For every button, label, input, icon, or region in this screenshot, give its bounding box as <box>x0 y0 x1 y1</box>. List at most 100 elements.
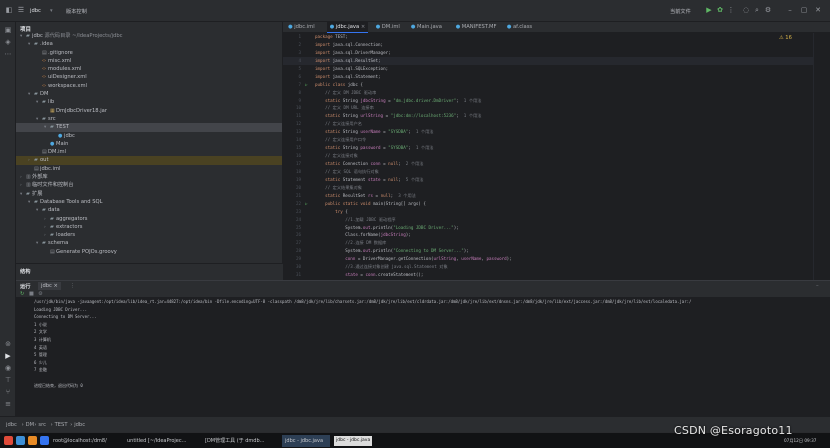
close-tab-icon[interactable]: × <box>359 24 365 30</box>
todo-tool-icon[interactable]: ≡ <box>3 400 13 409</box>
tree-item[interactable]: ▾ ▰ TEST <box>16 123 282 132</box>
browser-icon[interactable] <box>28 436 37 445</box>
more-icon[interactable]: ⋮ <box>727 6 735 14</box>
code-line: 25 System.out.println("Loading JDBC Driv… <box>283 224 813 232</box>
tree-item-label: uiDesigner.xml <box>48 74 87 81</box>
minimize-panel-icon[interactable]: – <box>816 283 819 289</box>
run-config-select[interactable]: 当前文件 <box>670 8 691 15</box>
tree-item[interactable]: ▾ ▰ jdbc 源代码目录 ~/IdeaProjects/jdbc <box>16 32 282 40</box>
breadcrumb-item[interactable]: TEST <box>55 422 68 428</box>
console-line: 7 金融 <box>34 367 47 373</box>
editor-tab[interactable]: ● jdbc.iml <box>285 22 318 33</box>
run-gutter-icon[interactable]: ▷ <box>305 81 315 89</box>
editor-tab-label: DM.iml <box>381 24 400 30</box>
tree-item[interactable]: › ▥外部库 <box>16 173 282 181</box>
editor-tab[interactable]: ● MANIFEST.MF <box>453 22 500 33</box>
taskbar-window[interactable]: root@localhost:/dm8/ <box>50 435 120 447</box>
clock[interactable]: 07月12日 09:37 <box>784 438 816 444</box>
tree-item[interactable]: ▾ ▰ schema <box>16 239 282 247</box>
problems-tool-icon[interactable]: ◉ <box>3 364 13 373</box>
settings-icon[interactable]: ⚙ <box>38 291 43 297</box>
line-number: 15 <box>295 145 301 151</box>
line-number: 5 <box>298 65 301 71</box>
vcs-menu[interactable]: 版本控制 <box>66 8 87 15</box>
code-token: null <box>388 176 399 182</box>
taskbar-window[interactable]: jdbc - jdbc.java <box>282 435 330 447</box>
git-tool-icon[interactable]: ⑂ <box>3 388 13 397</box>
services-tool-icon[interactable]: ⊚ <box>3 340 13 349</box>
close-tab-icon[interactable]: × <box>54 283 58 289</box>
console-output[interactable]: /usr/jdk/bin/java -javaagent:/opt/idea/l… <box>16 298 830 417</box>
hamburger-icon[interactable]: ☰ <box>17 6 25 14</box>
tree-item[interactable]: ‹› uiDesigner.xml <box>16 73 282 81</box>
run-panel-more-icon[interactable]: ⋮ <box>70 283 75 289</box>
breadcrumb-item[interactable]: jdbc <box>74 422 85 428</box>
rerun-icon[interactable]: ↻ <box>20 291 24 297</box>
tree-item[interactable]: ● jdbc <box>16 132 282 140</box>
tree-item[interactable]: › ▥临时文件和控制台 <box>16 181 282 189</box>
tree-item[interactable]: ▤jdbc.iml <box>16 165 282 173</box>
line-number: 29 <box>295 256 301 262</box>
maximize-icon[interactable]: ▢ <box>800 6 808 14</box>
editor-tab[interactable]: ● jdbc.java × <box>326 22 369 33</box>
editor-tab[interactable]: ● af.class <box>504 22 535 33</box>
tree-item[interactable]: ‹› modules.xml <box>16 65 282 73</box>
tree-item[interactable]: ▾ ▰ src <box>16 115 282 123</box>
line-number: 1 <box>298 34 301 39</box>
tree-item[interactable]: › ▰ extractors <box>16 223 282 231</box>
editor-tab[interactable]: ● Main.java <box>408 22 445 33</box>
code-area[interactable]: 1 package TEST; 2 import java.sql.Connectio… <box>283 33 813 280</box>
tree-item[interactable]: ▾ ▰ lib <box>16 98 282 106</box>
run-icon[interactable]: ▶ <box>705 6 713 14</box>
code-token: Connection <box>342 161 371 166</box>
minimize-icon[interactable]: – <box>786 6 794 14</box>
tree-item[interactable]: › ▰ aggregators <box>16 215 282 223</box>
commit-tool-icon[interactable]: ◈ <box>3 38 13 47</box>
tree-item[interactable]: ▾ ▰ data <box>16 206 282 214</box>
editor-scrollbar[interactable] <box>813 33 830 280</box>
debug-icon[interactable]: ✿ <box>716 6 724 14</box>
tree-item[interactable]: ▤Generate POJOs.groovy <box>16 248 282 256</box>
account-icon[interactable]: ◌ <box>742 6 750 14</box>
tree-item[interactable]: ‹› misc.xml <box>16 57 282 65</box>
files-icon[interactable] <box>16 436 25 445</box>
tree-item[interactable]: ▾ ▰ Database Tools and SQL <box>16 198 282 206</box>
run-tab-jdbc[interactable]: jdbc × <box>38 282 61 290</box>
run-gutter-icon[interactable]: ▷ <box>305 200 315 208</box>
start-menu-icon[interactable] <box>4 436 13 445</box>
terminal-tool-icon[interactable]: ⊤ <box>3 376 13 385</box>
breadcrumb-item[interactable]: DM <box>26 422 34 428</box>
tree-item[interactable]: › ▰ out <box>16 156 282 165</box>
tree-item[interactable]: ▤.gitignore <box>16 49 282 57</box>
settings-icon[interactable]: ⚙ <box>764 6 772 14</box>
ide-icon[interactable] <box>40 436 49 445</box>
tree-item[interactable]: ▾ ▰ 扩展 <box>16 190 282 198</box>
search-icon[interactable]: ⌕ <box>753 6 761 14</box>
taskbar-window[interactable]: untitled [~/IdeaProjec... <box>124 435 198 447</box>
project-tool-icon[interactable]: ▣ <box>3 26 13 35</box>
project-tree: ▾ ▰ jdbc 源代码目录 ~/IdeaProjects/jdbc ▾ ▰ .idea ▤… <box>16 32 282 256</box>
tree-item[interactable]: ▤DM.iml <box>16 148 282 156</box>
code-line: 3 import java.sql.DriverManager; <box>283 49 813 57</box>
tree-item[interactable]: ▦DmJdbcDriver18.jar <box>16 107 282 115</box>
tree-item[interactable]: › ▰ loaders <box>16 231 282 239</box>
console-line: 2 文学 <box>34 329 47 335</box>
stop-icon[interactable]: ■ <box>29 291 34 297</box>
tree-item[interactable]: ● Main <box>16 140 282 148</box>
run-tool-icon[interactable]: ▶ <box>3 352 13 361</box>
project-switcher[interactable]: jdbc <box>30 8 41 14</box>
tree-item-label: TEST <box>56 124 69 131</box>
tree-item[interactable]: ▾ ▰ DM <box>16 90 282 98</box>
taskbar-window[interactable]: [DM管理工具 (于 dmdb... <box>202 435 278 447</box>
structure-tool-icon[interactable]: ⋯ <box>3 50 13 59</box>
code-token: java.sql.DriverManager; <box>332 49 391 55</box>
breadcrumb-item[interactable]: jdbc <box>6 422 17 428</box>
tree-item[interactable]: ‹› workspace.xml <box>16 82 282 90</box>
editor-tab[interactable]: ● DM.iml <box>373 22 403 33</box>
close-icon[interactable]: ✕ <box>814 6 822 14</box>
line-number: 17 <box>295 161 301 166</box>
code-line: 2 import java.sql.Connection; <box>283 41 813 49</box>
breadcrumb-item[interactable]: src <box>38 422 46 428</box>
tree-item[interactable]: ▾ ▰ .idea <box>16 40 282 48</box>
code-token: Class.forName( <box>315 232 381 238</box>
